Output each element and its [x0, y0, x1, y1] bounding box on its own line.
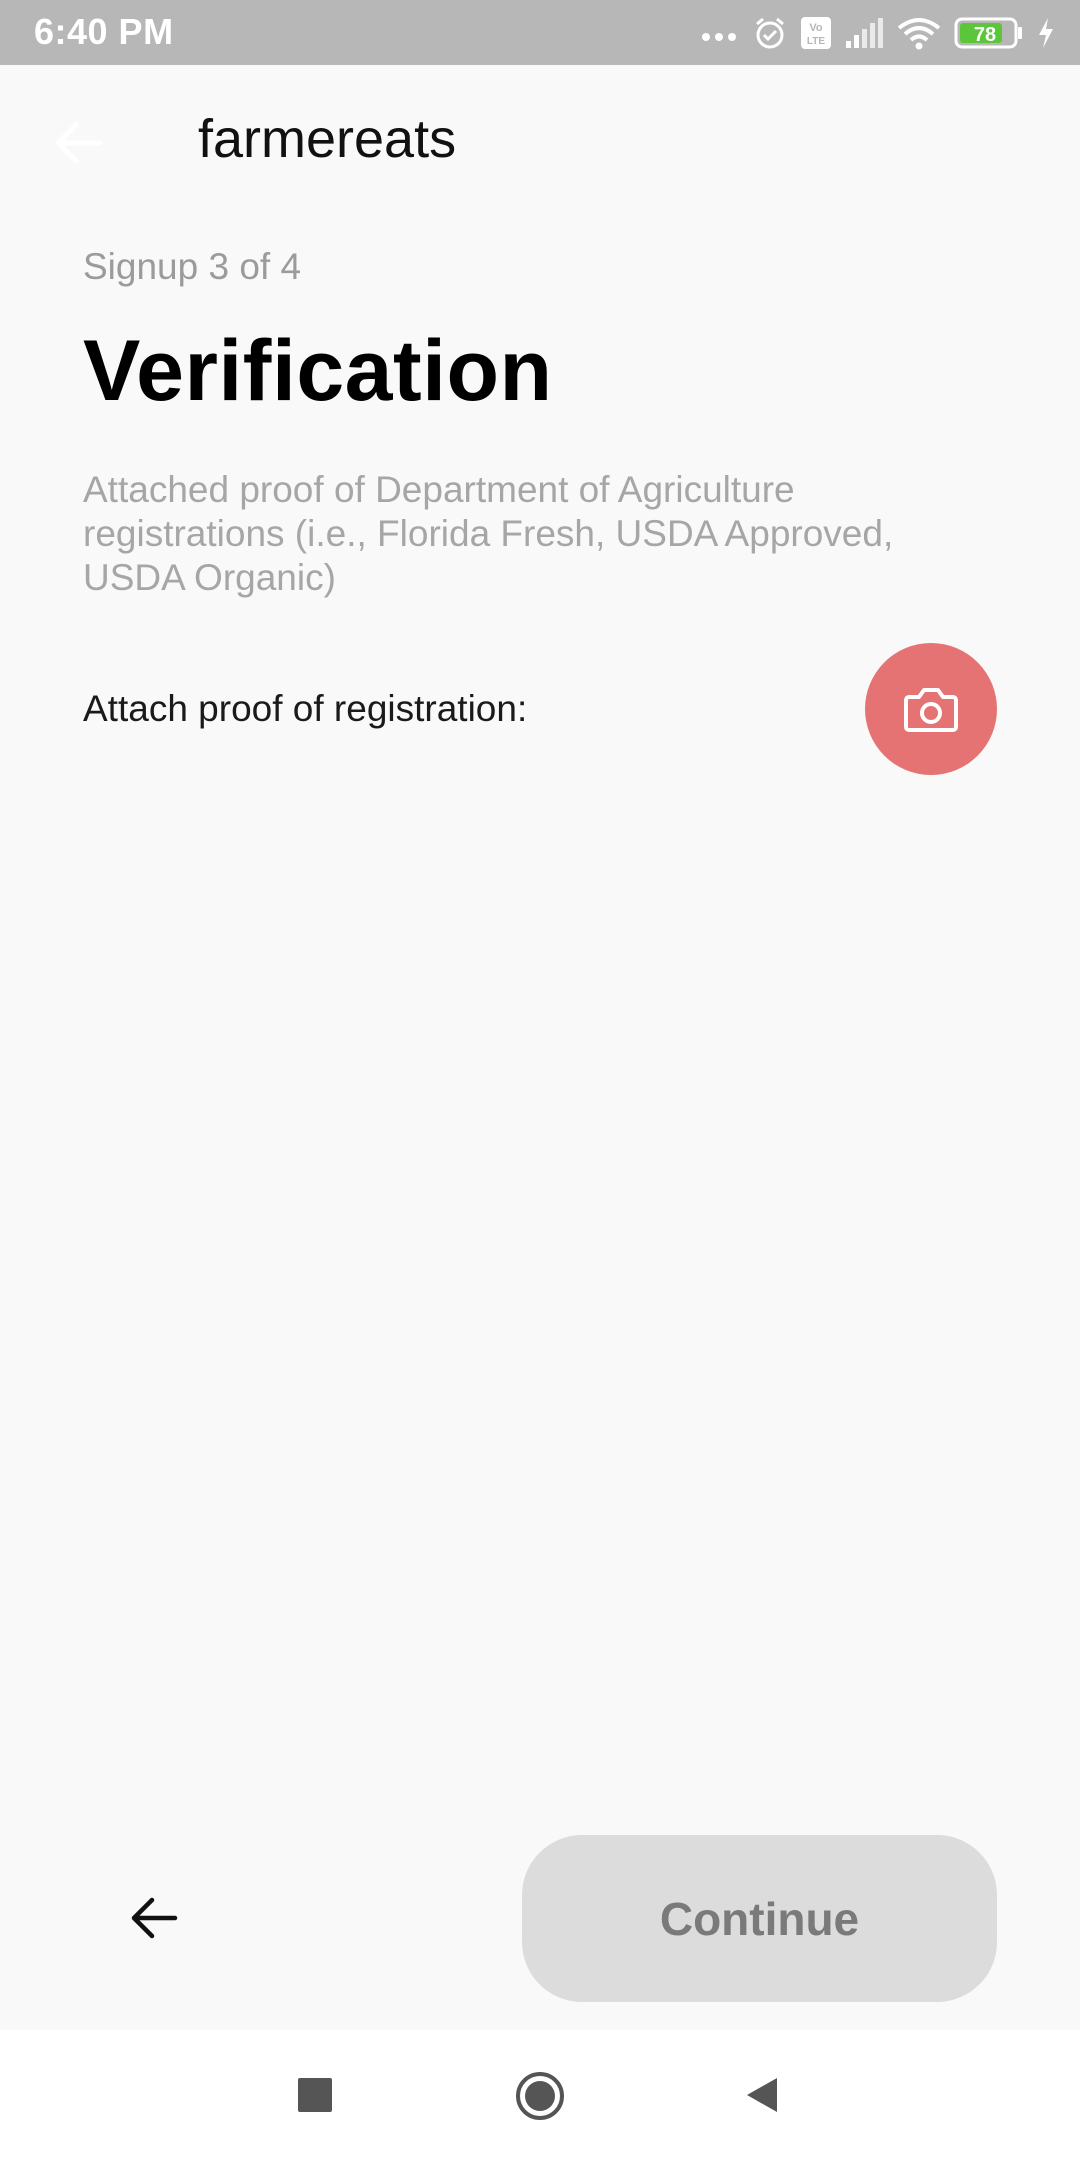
battery-icon: 78: [954, 17, 1022, 49]
attach-photo-button[interactable]: [865, 643, 997, 775]
attach-proof-label: Attach proof of registration:: [83, 688, 528, 729]
svg-text:Vo: Vo: [809, 22, 823, 34]
home-circle-icon[interactable]: [514, 2070, 566, 2122]
step-indicator: Signup 3 of 4: [83, 246, 302, 287]
back-triangle-icon[interactable]: [744, 2075, 780, 2115]
signal-icon: [846, 18, 883, 48]
arrow-left-icon: [55, 122, 103, 164]
battery-level: 78: [974, 24, 996, 46]
recents-square-icon[interactable]: [298, 2078, 332, 2112]
alarm-icon: [756, 17, 784, 49]
wifi-icon: [897, 18, 941, 50]
arrow-left-icon: [131, 1897, 178, 1939]
svg-text:LTE: LTE: [807, 36, 825, 47]
status-icons: Vo LTE 78: [700, 10, 1056, 56]
charging-icon: [1039, 18, 1053, 48]
description-text: Attached proof of Department of Agricult…: [83, 469, 894, 598]
previous-step-button[interactable]: [128, 1892, 180, 1944]
status-time: 6:40 PM: [34, 11, 174, 52]
status-bar: 6:40 PM Vo LTE 78: [0, 0, 1080, 65]
back-button[interactable]: [50, 118, 106, 168]
continue-button[interactable]: Continue: [522, 1835, 997, 2002]
camera-icon: [904, 688, 958, 732]
volte-icon: Vo LTE: [801, 17, 831, 49]
app-title: farmereats: [198, 109, 457, 169]
more-dots-icon: [702, 33, 736, 41]
page-title: Verification: [83, 323, 553, 419]
